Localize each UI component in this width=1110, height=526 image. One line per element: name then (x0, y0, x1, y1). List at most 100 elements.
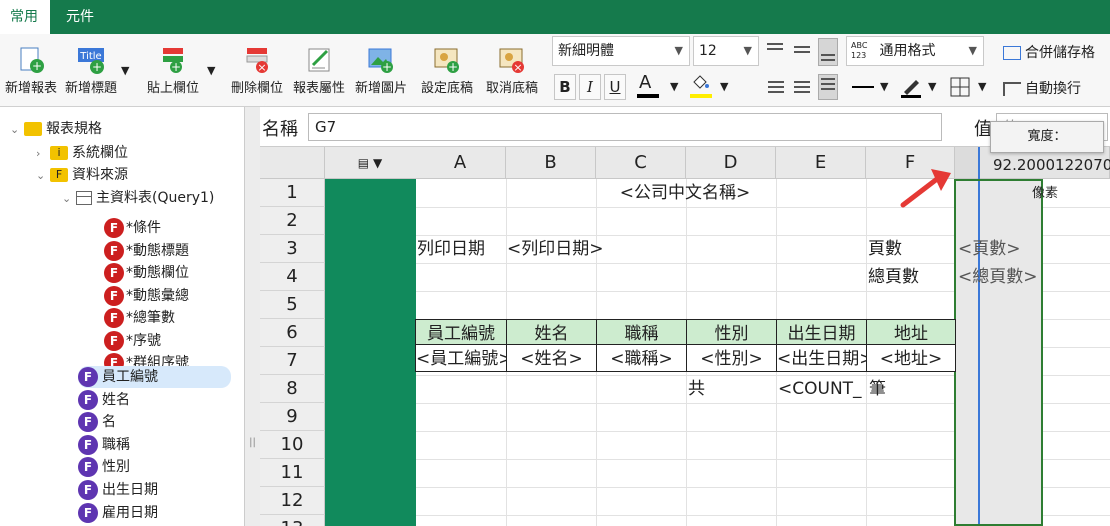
table-data-cell[interactable]: <姓名> (506, 344, 597, 372)
cell-total-pages-label[interactable]: 總頁數 (868, 263, 955, 291)
border-color-button[interactable]: ▼ (898, 74, 942, 100)
column-header-d[interactable]: D (686, 147, 776, 179)
table-header-cell[interactable]: 出生日期 (776, 319, 867, 347)
tree-field-item[interactable]: F名 (78, 411, 231, 433)
tree-field-item[interactable]: F *序號 (104, 330, 161, 352)
row-header[interactable]: 3 (260, 235, 325, 263)
table-data-cell[interactable]: <出生日期> (776, 344, 867, 372)
grid-border-icon (950, 77, 970, 97)
row-header[interactable]: 4 (260, 263, 325, 291)
table-header-cell[interactable]: 姓名 (506, 319, 597, 347)
wrap-text-button[interactable]: 自動換行 (1003, 78, 1081, 98)
number-format-select[interactable]: ABC 123 通用格式 ▼ (846, 36, 984, 66)
set-background-button[interactable]: + 設定底稿 (416, 46, 478, 102)
tree-node-system-fields[interactable]: › i 系統欄位 (36, 142, 128, 164)
table-data-cell[interactable]: <員工編號> (415, 344, 507, 372)
table-data-cell[interactable]: <地址> (866, 344, 956, 372)
cell-page-value[interactable]: <頁數> (958, 235, 1043, 263)
add-image-button[interactable]: + 新增圖片 (350, 46, 412, 102)
table-header-cell[interactable]: 性別 (686, 319, 777, 347)
tree-field-item[interactable]: F *條件 (104, 217, 161, 239)
table-header-cell[interactable]: 地址 (866, 319, 956, 347)
align-top-button[interactable] (765, 40, 785, 60)
tree-node-root[interactable]: ⌄ 報表規格 (10, 118, 102, 140)
font-color-button[interactable]: A ▼ (632, 72, 688, 104)
tree-field-item[interactable]: F 員工編號 (78, 366, 231, 388)
width-tooltip-unit: 像素 (1032, 186, 1059, 201)
cell-count-value[interactable]: <COUNT_ (778, 375, 868, 403)
tree-field-item[interactable]: F 出生日期 (78, 479, 231, 501)
table-data-cell[interactable]: <職稱> (596, 344, 687, 372)
tab-components[interactable]: 元件 (56, 0, 106, 34)
column-header-b[interactable]: B (506, 147, 596, 179)
table-header-cell[interactable]: 職稱 (596, 319, 687, 347)
column-header-c[interactable]: C (596, 147, 686, 179)
table-header-cell[interactable]: 員工編號 (415, 319, 507, 347)
paste-field-button[interactable]: + 貼上欄位 (142, 46, 204, 102)
row-header[interactable]: 2 (260, 207, 325, 235)
column-header-g[interactable] (955, 147, 980, 179)
fill-color-button[interactable]: ▼ (688, 72, 736, 104)
tree-node-data-source[interactable]: ⌄ F 資料來源 (36, 164, 128, 186)
borders-button[interactable]: ▼ (948, 74, 992, 100)
italic-button[interactable]: I (579, 74, 601, 100)
chevron-down-icon: ▼ (968, 44, 977, 57)
row-header[interactable]: 1 (260, 179, 325, 207)
chevron-down-icon: ⌄ (10, 123, 20, 136)
tree-field-item[interactable]: F *總筆數 (104, 307, 175, 329)
cell-page-label[interactable]: 頁數 (868, 235, 955, 263)
row-header[interactable]: 12 (260, 487, 325, 515)
new-report-button[interactable]: + 新增報表 (0, 46, 62, 102)
align-right-button[interactable] (818, 74, 838, 100)
merge-cells-button[interactable]: 合併儲存格 (1003, 42, 1095, 62)
cell-print-date-label[interactable]: 列印日期 (417, 235, 507, 263)
row-header[interactable]: 8 (260, 375, 325, 403)
tree-field-item[interactable]: F 姓名 (78, 389, 231, 411)
report-properties-button[interactable]: 報表屬性 (288, 46, 350, 102)
border-style-button[interactable]: ▼ (850, 74, 894, 100)
new-title-button[interactable]: Title + 新增標題 (60, 46, 122, 102)
tab-home[interactable]: 常用 (0, 0, 50, 34)
tree-field-item[interactable]: F *動態標題 (104, 240, 189, 262)
tree-field-item[interactable]: F 雇用日期 (78, 502, 231, 524)
paste-field-dropdown-icon[interactable]: ▼ (207, 64, 215, 77)
name-box[interactable]: G7 (308, 113, 942, 141)
row-header[interactable]: 5 (260, 291, 325, 319)
corner-header[interactable] (260, 147, 325, 179)
chevron-right-icon: › (36, 147, 41, 160)
bold-button[interactable]: B (554, 74, 576, 100)
row-header[interactable]: 9 (260, 403, 325, 431)
align-middle-button[interactable] (792, 43, 812, 63)
cell-total-prefix[interactable]: 共 (688, 375, 718, 403)
font-size-select[interactable]: 12 ▼ (693, 36, 759, 66)
align-center-button[interactable] (792, 78, 812, 98)
row-header[interactable]: 10 (260, 431, 325, 459)
row-header[interactable]: 6 (260, 319, 325, 347)
cell-total-pages-value[interactable]: <總頁數> (958, 263, 1043, 291)
tree-node-main-table[interactable]: ⌄ 主資料表(Query1) (62, 187, 214, 209)
underline-button[interactable]: U (604, 74, 626, 100)
delete-field-button[interactable]: × 刪除欄位 (226, 46, 288, 102)
row-header[interactable]: 13 (260, 515, 325, 526)
align-bottom-button[interactable] (818, 38, 838, 66)
tree-field-item[interactable]: F 性別 (78, 456, 231, 478)
cancel-background-button[interactable]: × 取消底稿 (481, 46, 543, 102)
tree-field-item[interactable]: F *動態彙總 (104, 285, 189, 307)
panel-splitter[interactable]: || (245, 107, 260, 526)
table-data-cell[interactable]: <性別> (686, 344, 777, 372)
column-menu-button[interactable]: ▤ ▼ (325, 147, 416, 179)
column-header-a[interactable]: A (415, 147, 506, 179)
cell-total-suffix[interactable]: 筆 (869, 375, 899, 403)
column-header-e[interactable]: E (776, 147, 866, 179)
tree-field-item[interactable]: F *動態欄位 (104, 262, 189, 284)
cell-company-name[interactable]: <公司中文名稱> (415, 179, 955, 207)
row-header[interactable]: 7 (260, 347, 325, 375)
row-header[interactable]: 11 (260, 459, 325, 487)
tree-field-item[interactable]: F 職稱 (78, 434, 231, 456)
new-title-dropdown-icon[interactable]: ▼ (121, 64, 129, 77)
field-icon: F (78, 434, 98, 455)
field-icon: F (78, 367, 98, 387)
font-name-select[interactable]: 新細明體 ▼ (552, 36, 690, 66)
align-left-button[interactable] (766, 78, 786, 98)
cell-print-date-value[interactable]: <列印日期> (507, 235, 687, 263)
